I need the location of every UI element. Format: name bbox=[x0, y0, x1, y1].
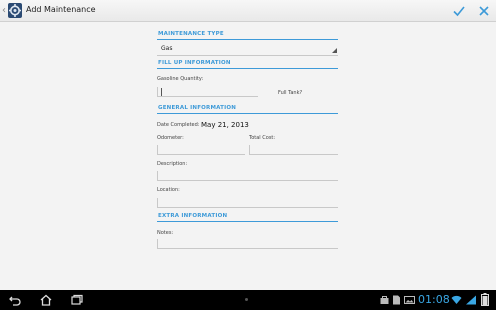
total-cost-input[interactable] bbox=[249, 145, 338, 155]
maintenance-type-value: Gas bbox=[161, 45, 173, 52]
description-input[interactable] bbox=[157, 171, 338, 181]
description-label: Description: bbox=[157, 161, 188, 167]
document-notification-icon bbox=[393, 295, 400, 305]
odometer-label: Odometer: bbox=[157, 135, 184, 141]
section-header-general: GENERAL INFORMATION bbox=[157, 104, 338, 114]
maintenance-form: MAINTENANCE TYPE Gas FILL UP INFORMATION… bbox=[157, 22, 338, 290]
notes-label: Notes: bbox=[157, 230, 174, 236]
section-header-extra: EXTRA INFORMATION bbox=[157, 212, 338, 222]
gasoline-quantity-label: Gasoline Quantity: bbox=[157, 76, 204, 82]
total-cost-label: Total Cost: bbox=[249, 135, 276, 141]
maintenance-type-spinner[interactable]: Gas bbox=[157, 43, 338, 56]
wifi-icon bbox=[451, 295, 462, 304]
full-tank-checkbox[interactable]: Full Tank? bbox=[278, 90, 302, 96]
section-header-fill-up: FILL UP INFORMATION bbox=[157, 59, 338, 69]
location-label: Location: bbox=[157, 187, 180, 193]
location-input[interactable] bbox=[157, 198, 338, 208]
home-icon[interactable] bbox=[39, 293, 53, 307]
app-logo-icon[interactable] bbox=[7, 2, 23, 19]
close-icon[interactable] bbox=[476, 3, 492, 19]
page-title: Add Maintenance bbox=[26, 5, 96, 14]
gasoline-quantity-input[interactable] bbox=[157, 87, 258, 97]
date-completed-label: Date Completed: bbox=[157, 122, 200, 128]
system-bar: 01:08 bbox=[0, 290, 496, 310]
action-bar: ‹ Add Maintenance bbox=[0, 0, 496, 22]
menu-dot-icon[interactable] bbox=[245, 298, 248, 301]
text-cursor bbox=[161, 88, 162, 96]
date-completed-value[interactable]: May 21, 2013 bbox=[201, 121, 249, 129]
notes-input[interactable] bbox=[157, 239, 338, 249]
back-icon[interactable] bbox=[8, 293, 22, 307]
recent-apps-icon[interactable] bbox=[70, 293, 84, 307]
check-icon[interactable] bbox=[451, 3, 467, 19]
section-header-maintenance-type: MAINTENANCE TYPE bbox=[157, 30, 338, 40]
signal-icon bbox=[466, 295, 476, 305]
store-notification-icon bbox=[380, 296, 389, 304]
up-caret-icon[interactable]: ‹ bbox=[2, 5, 6, 17]
battery-icon bbox=[481, 293, 489, 306]
gallery-notification-icon bbox=[404, 296, 415, 304]
spinner-arrow-icon bbox=[332, 48, 337, 53]
odometer-input[interactable] bbox=[157, 145, 245, 155]
status-clock: 01:08 bbox=[418, 293, 450, 306]
